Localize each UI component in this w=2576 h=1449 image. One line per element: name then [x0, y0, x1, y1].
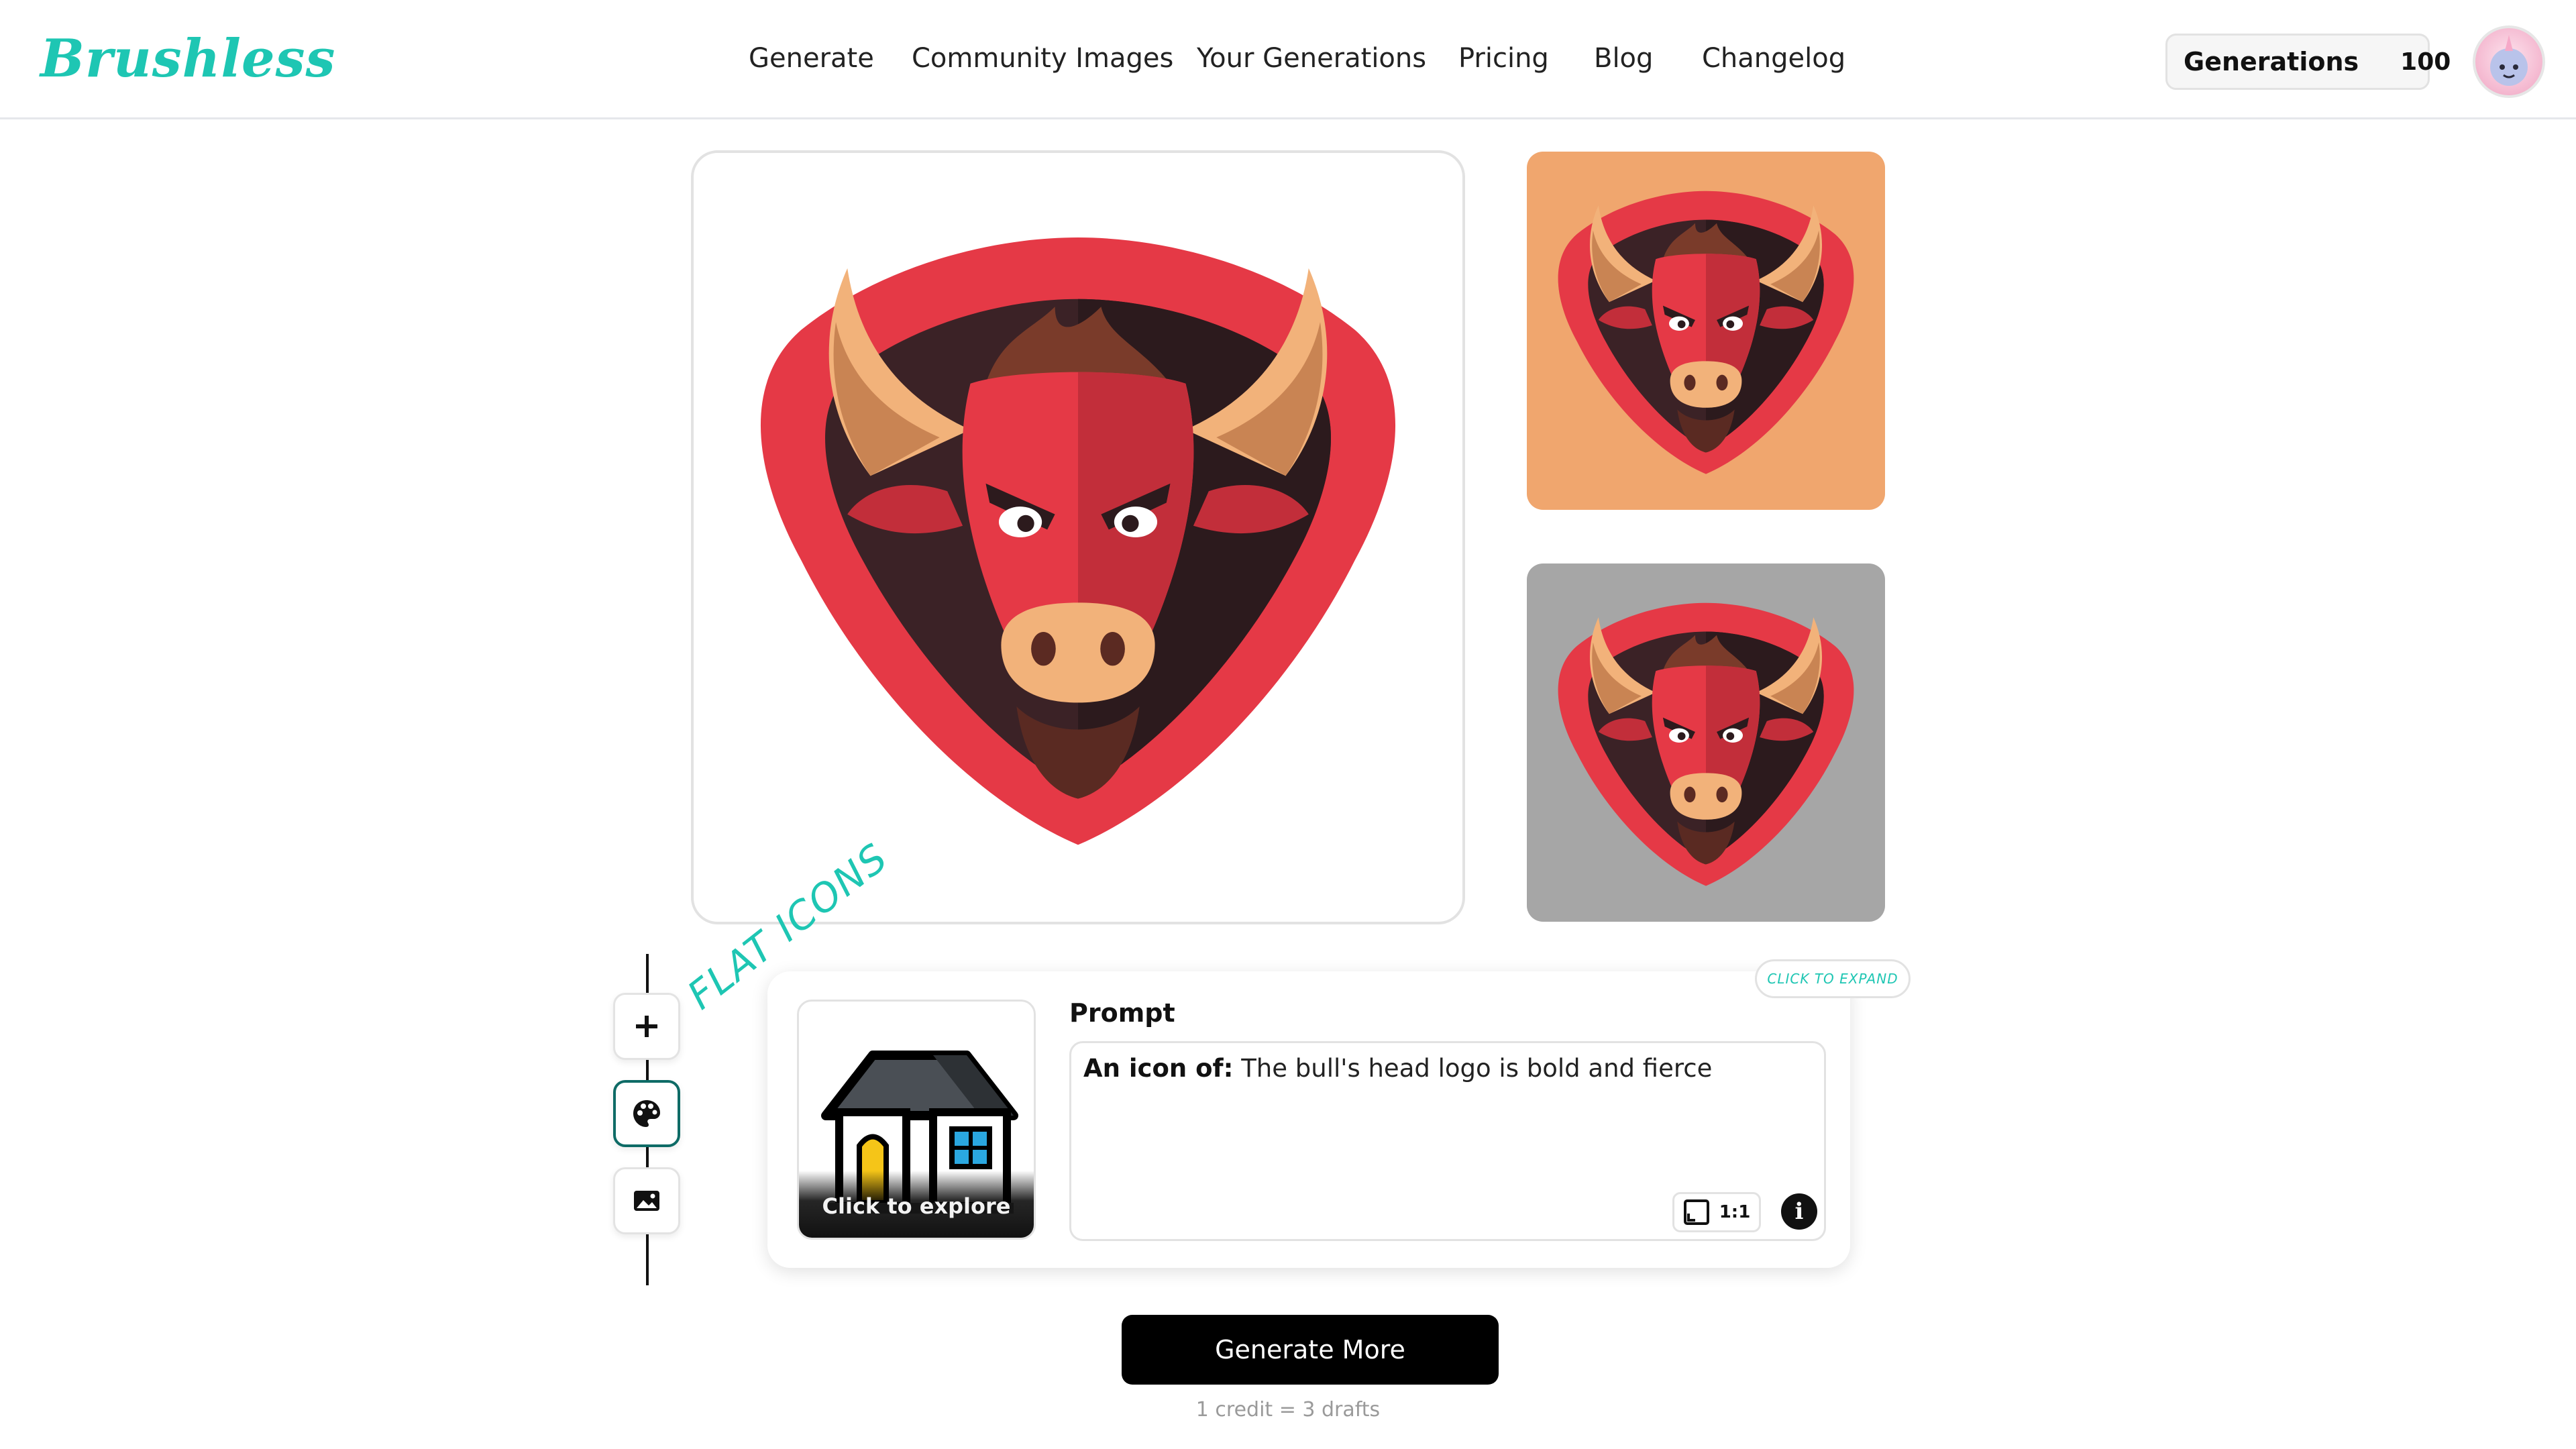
aspect-ratio-button[interactable]: 1:1 [1672, 1192, 1761, 1232]
explore-caption-overlay: Click to explore [799, 1171, 1034, 1238]
palette-icon [633, 1100, 660, 1127]
nav-blog[interactable]: Blog [1594, 43, 1653, 74]
style-palette-button[interactable] [613, 1080, 680, 1147]
nav-your-generations[interactable]: Your Generations [1197, 43, 1426, 74]
prompt-label: Prompt [1069, 998, 1175, 1028]
info-icon[interactable]: i [1781, 1193, 1817, 1230]
generations-count: 100 [2400, 48, 2451, 76]
bull-head-logo-icon [694, 153, 1462, 922]
prompt-prefix: An icon of: [1083, 1054, 1234, 1083]
bull-head-logo-icon [1527, 152, 1885, 510]
click-to-expand-button[interactable]: CLICK TO EXPAND [1755, 959, 1911, 998]
nav-changelog[interactable]: Changelog [1702, 43, 1845, 74]
aspect-ratio-icon [1683, 1199, 1709, 1225]
prompt-input[interactable]: An icon of: The bull's head logo is bold… [1069, 1041, 1826, 1241]
explore-caption: Click to explore [822, 1193, 1011, 1219]
generations-counter[interactable]: Generations 100 [2165, 34, 2451, 90]
nav-community-images[interactable]: Community Images [912, 43, 1173, 74]
style-explore-card[interactable]: Click to explore [797, 1000, 1036, 1240]
generations-label: Generations [2184, 47, 2359, 76]
nav-pricing[interactable]: Pricing [1458, 43, 1549, 74]
nav-generate[interactable]: Generate [749, 43, 874, 74]
result-thumbnail-2[interactable] [1527, 564, 1885, 922]
top-header: Brushless Generate Community Images Your… [0, 0, 2576, 119]
bull-head-logo-icon [1527, 564, 1885, 922]
avatar-icon [2490, 35, 2528, 86]
plus-icon [636, 1016, 657, 1037]
main-result-image[interactable] [691, 150, 1465, 924]
user-avatar[interactable] [2473, 25, 2545, 98]
image-icon [634, 1191, 659, 1211]
credit-note: 1 credit = 3 drafts [1195, 1398, 1381, 1421]
prompt-text: An icon of: The bull's head logo is bold… [1083, 1054, 1712, 1083]
generate-more-button[interactable]: Generate More [1122, 1315, 1499, 1385]
add-button[interactable] [613, 993, 680, 1060]
result-thumbnail-1[interactable] [1527, 152, 1885, 510]
image-reference-button[interactable] [613, 1167, 680, 1234]
prompt-value: The bull's head logo is bold and fierce [1241, 1054, 1713, 1083]
aspect-ratio-value: 1:1 [1719, 1202, 1751, 1222]
